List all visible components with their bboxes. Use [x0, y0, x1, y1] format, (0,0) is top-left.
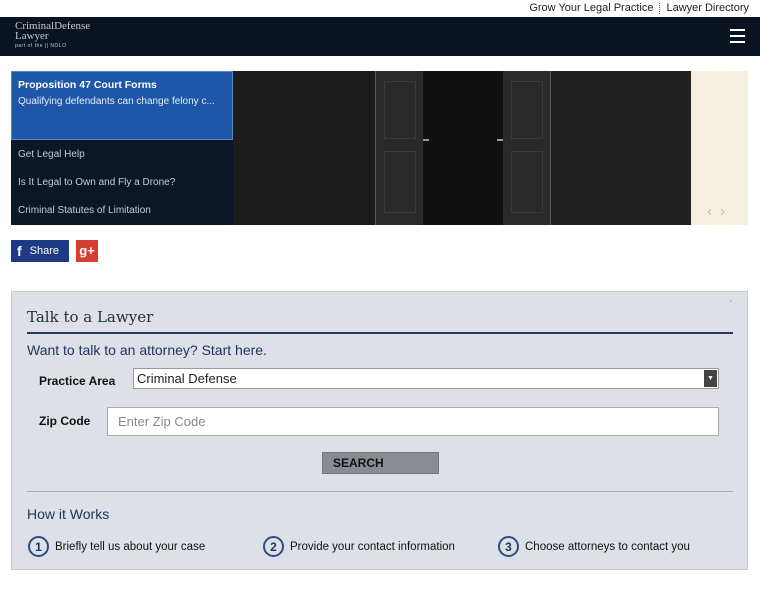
slide-image-doors [233, 71, 691, 225]
talk-to-lawyer-widget: ˙ Talk to a Lawyer Want to talk to an at… [11, 291, 748, 570]
top-utility-bar: Grow Your Legal Practice Lawyer Director… [0, 0, 760, 17]
step-3-number: 3 [498, 536, 519, 557]
site-logo[interactable]: CriminalDefense Lawyer part of the || NO… [15, 21, 90, 50]
step-2: 2 Provide your contact information [263, 536, 455, 557]
widget-title: Talk to a Lawyer [27, 308, 154, 326]
google-plus-icon[interactable]: g+ [76, 240, 98, 262]
practice-area-select[interactable]: Criminal Defense ▼ [133, 368, 719, 389]
widget-subtitle: Want to talk to an attorney? Start here. [27, 342, 267, 358]
utility-links: Grow Your Legal Practice Lawyer Director… [529, 2, 749, 14]
step-2-text: Provide your contact information [290, 540, 455, 553]
share-label: Share [29, 245, 60, 257]
slider-item-legal-help[interactable]: Get Legal Help [18, 149, 85, 160]
step-1-text: Briefly tell us about your case [55, 540, 206, 553]
title-divider [27, 332, 733, 334]
slider-item-active[interactable]: Proposition 47 Court Forms Qualifying de… [11, 71, 233, 140]
practice-area-value: Criminal Defense [137, 371, 237, 386]
chevron-down-icon: ▼ [704, 370, 717, 387]
link-separator [659, 2, 661, 14]
site-header: CriminalDefense Lawyer part of the || NO… [0, 17, 760, 56]
search-button[interactable]: SEARCH [322, 452, 439, 474]
zip-code-label: Zip Code [39, 414, 91, 428]
logo-line-3: part of the || NOLO [15, 43, 67, 49]
featured-slider: Proposition 47 Court Forms Qualifying de… [11, 71, 748, 225]
step-1: 1 Briefly tell us about your case [28, 536, 205, 557]
facebook-icon: f [17, 243, 22, 259]
lawyer-directory-link[interactable]: Lawyer Directory [666, 2, 749, 14]
step-1-number: 1 [28, 536, 49, 557]
active-slide-desc: Qualifying defendants can change felony … [18, 96, 215, 107]
slider-arrows-icon[interactable]: ‹ › [707, 203, 727, 220]
step-3-text: Choose attorneys to contact you [525, 540, 690, 553]
widget-close-icon[interactable]: ˙ [730, 300, 733, 311]
how-it-works-heading: How it Works [27, 506, 110, 522]
practice-area-label: Practice Area [39, 374, 116, 388]
slider-nav: Proposition 47 Court Forms Qualifying de… [11, 71, 233, 225]
facebook-share-button[interactable]: f Share [11, 240, 69, 262]
step-2-number: 2 [263, 536, 284, 557]
logo-line-2: Lawyer [15, 30, 49, 42]
slider-item-statutes[interactable]: Criminal Statutes of Limitation [18, 205, 151, 216]
slider-item-drone[interactable]: Is It Legal to Own and Fly a Drone? [18, 177, 175, 188]
menu-icon[interactable] [730, 29, 745, 43]
step-3: 3 Choose attorneys to contact you [498, 536, 690, 557]
active-slide-title: Proposition 47 Court Forms [18, 79, 157, 91]
section-divider [27, 491, 733, 492]
grow-practice-link[interactable]: Grow Your Legal Practice [529, 2, 653, 14]
next-slide-preview [691, 71, 748, 225]
zip-code-input[interactable] [107, 407, 719, 436]
